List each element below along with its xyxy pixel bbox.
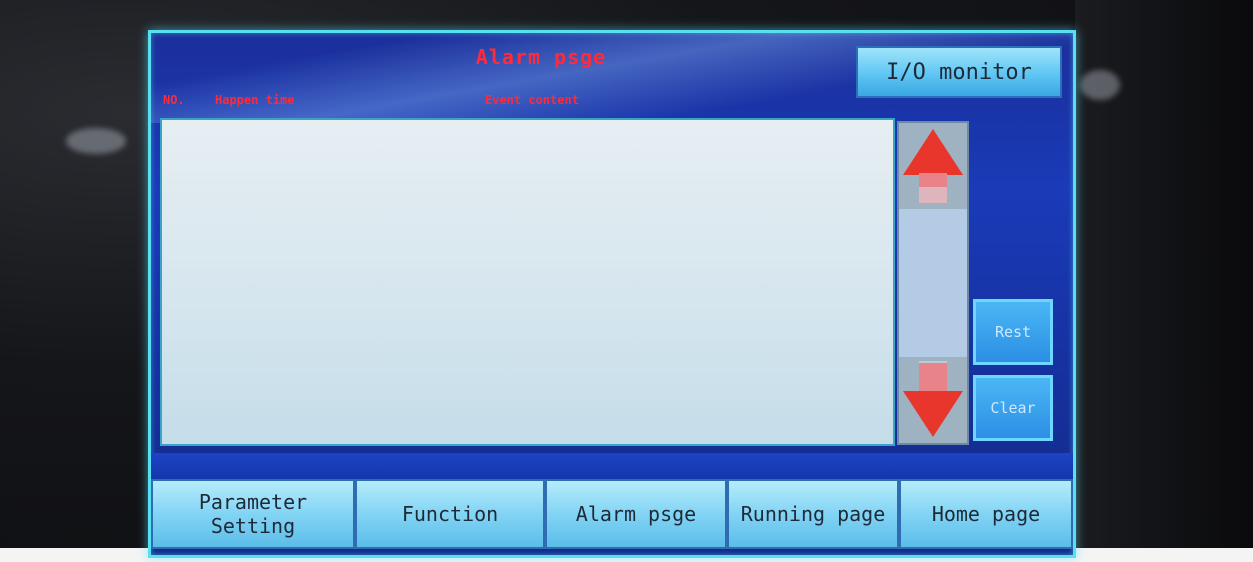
column-header-event-content: Event content — [485, 93, 579, 107]
hmi-screen: Alarm psge I/O monitor NO. Happen time E… — [148, 30, 1076, 558]
clear-button[interactable]: Clear — [973, 375, 1053, 441]
reflection-glare — [1080, 70, 1120, 100]
alarm-list-scrollbar[interactable] — [897, 121, 969, 445]
column-header-happen-time: Happen time — [215, 93, 295, 107]
reflection-glare — [66, 128, 126, 154]
alarm-list[interactable] — [160, 118, 895, 446]
scroll-up-button[interactable] — [899, 123, 967, 209]
nav-parameter-setting[interactable]: Parameter Setting — [151, 479, 355, 549]
arrow-down-icon — [903, 361, 963, 437]
nav-home-page[interactable]: Home page — [899, 479, 1073, 549]
rest-button[interactable]: Rest — [973, 299, 1053, 365]
arrow-up-icon — [903, 129, 963, 203]
scroll-track[interactable] — [899, 209, 967, 357]
bottom-nav: Parameter Setting Function Alarm psge Ru… — [151, 479, 1073, 555]
scroll-down-button[interactable] — [899, 357, 967, 443]
nav-alarm-page[interactable]: Alarm psge — [545, 479, 727, 549]
io-monitor-button[interactable]: I/O monitor — [856, 46, 1062, 98]
nav-running-page[interactable]: Running page — [727, 479, 899, 549]
column-header-no: NO. — [163, 93, 185, 107]
page-title: Alarm psge — [475, 45, 607, 69]
nav-function[interactable]: Function — [355, 479, 545, 549]
